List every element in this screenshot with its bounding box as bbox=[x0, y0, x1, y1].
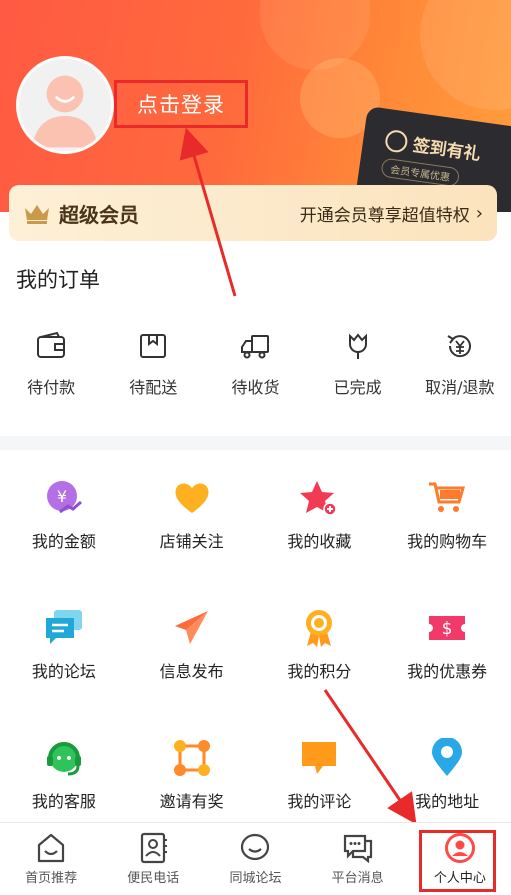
feature-label: 店铺关注 bbox=[159, 532, 224, 551]
my-forum[interactable]: 我的论坛 bbox=[0, 608, 128, 738]
smile-icon bbox=[241, 833, 270, 861]
sign-card-subtitle: 会员专属优惠 bbox=[380, 157, 461, 188]
profile-page: 点击登录 签到有礼 会员专属优惠 超级会员 开通会员尊享超值特权 › 我的订单 … bbox=[0, 0, 511, 895]
my-cart[interactable]: 我的购物车 bbox=[383, 478, 511, 608]
default-avatar-icon bbox=[31, 75, 99, 148]
message-icon bbox=[343, 834, 372, 864]
feature-label: 我的积分 bbox=[287, 662, 352, 681]
shop-follow[interactable]: 店铺关注 bbox=[128, 478, 256, 608]
order-label: 待配送 bbox=[129, 378, 178, 397]
order-label: 取消/退款 bbox=[425, 378, 495, 397]
tab-platform-messages[interactable]: 平台消息 bbox=[307, 823, 409, 895]
my-coupons[interactable]: $ 我的优惠券 bbox=[383, 608, 511, 738]
feature-label: 我的论坛 bbox=[31, 662, 96, 681]
medal-icon bbox=[306, 610, 333, 647]
order-pending-payment[interactable]: 待付款 bbox=[0, 330, 102, 410]
tab-home[interactable]: 首页推荐 bbox=[0, 823, 102, 895]
feature-label: 我的地址 bbox=[415, 792, 480, 811]
vip-cta-link[interactable]: 开通会员尊享超值特权 bbox=[300, 201, 470, 226]
forum-icon bbox=[45, 610, 82, 644]
coupon-icon: $ bbox=[429, 616, 466, 640]
feature-label: 我的客服 bbox=[31, 792, 96, 811]
order-pending-delivery[interactable]: 待配送 bbox=[102, 330, 204, 410]
my-favorites[interactable]: 我的收藏 bbox=[256, 478, 384, 608]
coin-icon bbox=[384, 128, 409, 154]
crown-icon bbox=[25, 205, 49, 224]
order-label: 待付款 bbox=[27, 378, 76, 397]
heart-icon bbox=[175, 483, 209, 513]
sign-card-title: 签到有礼 bbox=[411, 135, 482, 166]
order-label: 已完成 bbox=[333, 378, 382, 397]
feature-label: 我的评论 bbox=[287, 792, 352, 811]
star-icon bbox=[300, 481, 338, 516]
super-vip-banner[interactable]: 超级会员 开通会员尊享超值特权 › bbox=[9, 185, 497, 241]
order-completed[interactable]: 已完成 bbox=[307, 330, 409, 410]
tab-label: 便民电话 bbox=[127, 871, 180, 886]
headset-icon bbox=[46, 742, 81, 776]
feature-grid: ¥ 我的金额 店铺关注 我的收藏 我的购物车 我的论坛 信息发布 我的积分 $ … bbox=[0, 478, 511, 868]
feature-label: 我的收藏 bbox=[287, 532, 352, 551]
my-points[interactable]: 我的积分 bbox=[256, 608, 384, 738]
money-icon: ¥ bbox=[46, 481, 82, 514]
avatar[interactable] bbox=[16, 56, 114, 154]
login-button[interactable]: 点击登录 bbox=[114, 80, 248, 128]
tab-label: 首页推荐 bbox=[25, 871, 78, 886]
feature-label: 邀请有奖 bbox=[159, 792, 224, 811]
order-refund[interactable]: 取消/退款 bbox=[409, 330, 511, 410]
tab-personal-center[interactable]: 个人中心 bbox=[409, 823, 511, 895]
home-icon bbox=[37, 833, 65, 863]
feature-label: 信息发布 bbox=[159, 662, 224, 681]
contacts-icon bbox=[141, 832, 168, 864]
user-icon bbox=[444, 833, 475, 863]
tab-city-forum[interactable]: 同城论坛 bbox=[204, 823, 306, 895]
header-decoration bbox=[420, 0, 511, 110]
tab-phonebook[interactable]: 便民电话 bbox=[102, 823, 204, 895]
refund-icon bbox=[447, 335, 471, 358]
order-label: 待收货 bbox=[231, 378, 280, 397]
bottom-tab-bar: 首页推荐 便民电话 同城论坛 平台消息 个人中心 bbox=[0, 822, 511, 895]
profile-header: 点击登录 签到有礼 会员专属优惠 bbox=[0, 0, 511, 212]
tab-label: 同城论坛 bbox=[229, 871, 282, 886]
vip-title: 超级会员 bbox=[59, 202, 139, 227]
publish-info[interactable]: 信息发布 bbox=[128, 608, 256, 738]
order-status-row: 待付款 待配送 待收货 已完成 取消/退款 bbox=[0, 330, 511, 410]
order-pending-receipt[interactable]: 待收货 bbox=[204, 330, 306, 410]
my-balance[interactable]: ¥ 我的金额 bbox=[0, 478, 128, 608]
section-divider bbox=[0, 436, 511, 450]
location-icon bbox=[432, 738, 463, 776]
cart-icon bbox=[429, 482, 466, 512]
feature-label: 我的金额 bbox=[31, 532, 96, 551]
truck-icon bbox=[241, 335, 270, 359]
svg-text:¥: ¥ bbox=[57, 487, 67, 506]
tulip-icon bbox=[348, 333, 367, 359]
tab-label: 平台消息 bbox=[331, 871, 384, 886]
send-icon bbox=[174, 611, 208, 644]
comment-icon bbox=[302, 742, 337, 774]
tab-label: 个人中心 bbox=[433, 871, 486, 886]
feature-label: 我的购物车 bbox=[407, 532, 488, 551]
feature-label: 我的优惠券 bbox=[407, 662, 488, 681]
wallet-icon bbox=[37, 331, 66, 358]
chevron-right-icon: › bbox=[475, 202, 483, 224]
orders-section-title: 我的订单 bbox=[16, 268, 100, 292]
package-icon bbox=[140, 334, 167, 358]
svg-text:$: $ bbox=[442, 619, 453, 639]
invite-icon bbox=[173, 740, 210, 776]
